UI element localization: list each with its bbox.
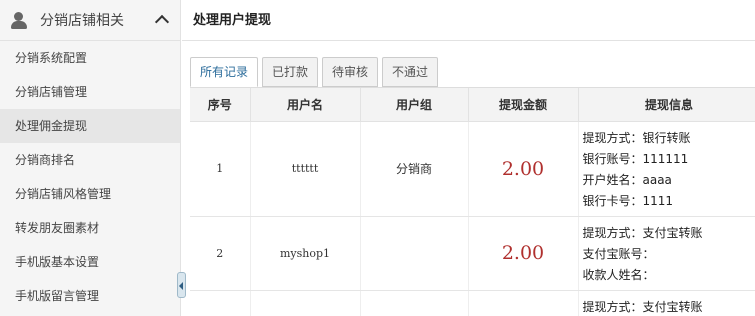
row-amount [468, 290, 579, 316]
sidebar-item-commission-withdrawal[interactable]: 处理佣金提现 [0, 109, 180, 143]
tab-pending[interactable]: 待审核 [322, 57, 379, 87]
table-row: 提现方式：支付宝转账 [190, 290, 755, 316]
info-line: 银行账号：111111 [582, 151, 689, 166]
row-group: 分销商 [360, 121, 469, 217]
column-header-info: 提现信息 [578, 88, 755, 122]
sidebar-item-moments-material[interactable]: 转发朋友圈素材 [0, 211, 180, 245]
tab-rejected[interactable]: 不通过 [382, 57, 439, 87]
sidebar-item-mobile-settings[interactable]: 手机版基本设置 [0, 245, 180, 279]
column-header-username: 用户名 [250, 88, 361, 122]
table-row: 2 myshop1 2.00 提现方式：支付宝转账 支付宝账号： 收款人姓名： [190, 216, 755, 291]
tab-paid[interactable]: 已打款 [262, 57, 319, 87]
sidebar-item-mobile-messages[interactable]: 手机版留言管理 [0, 279, 180, 313]
info-line: 提现方式：银行转账 [582, 130, 691, 145]
row-info: 提现方式：支付宝转账 [578, 290, 755, 316]
row-index: 2 [190, 216, 251, 291]
sidebar-item-distributor-ranking[interactable]: 分销商排名 [0, 143, 180, 177]
row-amount: 2.00 [468, 216, 579, 291]
row-username: tttttt [250, 121, 361, 217]
withdrawal-table: 序号 用户名 用户组 提现金额 提现信息 1 tttttt 分销商 2.00 提… [190, 87, 755, 316]
row-info: 提现方式：支付宝转账 支付宝账号： 收款人姓名： [578, 216, 755, 291]
table-row: 1 tttttt 分销商 2.00 提现方式：银行转账 银行账号：111111 … [190, 121, 755, 217]
info-line: 银行卡号：1111 [582, 193, 674, 208]
tab-bar: 所有记录 已打款 待审核 不通过 [190, 57, 442, 87]
info-line: 开户姓名：aaaa [582, 172, 672, 187]
sidebar-item-store-style[interactable]: 分销店铺风格管理 [0, 177, 180, 211]
chevron-up-icon[interactable] [154, 12, 170, 28]
column-header-amount: 提现金额 [468, 88, 579, 122]
row-index: 1 [190, 121, 251, 217]
tab-all-records[interactable]: 所有记录 [190, 57, 259, 87]
sidebar-header-title: 分销店铺相关 [40, 13, 124, 29]
row-info: 提现方式：银行转账 银行账号：111111 开户姓名：aaaa 银行卡号：111… [578, 121, 755, 217]
page-title: 处理用户提现 [182, 0, 755, 41]
info-line: 收款人姓名： [582, 267, 655, 282]
row-username [250, 290, 361, 316]
sidebar-item-distribution-config[interactable]: 分销系统配置 [0, 41, 180, 75]
user-icon [10, 11, 28, 29]
sidebar-header[interactable]: 分销店铺相关 [0, 0, 180, 41]
row-index [190, 290, 251, 316]
column-header-group: 用户组 [360, 88, 469, 122]
sidebar-item-store-management[interactable]: 分销店铺管理 [0, 75, 180, 109]
row-amount: 2.00 [468, 121, 579, 217]
row-username: myshop1 [250, 216, 361, 291]
info-line: 提现方式：支付宝转账 [582, 299, 703, 314]
main-content: 处理用户提现 所有记录 已打款 待审核 不通过 序号 用户名 用户组 提现金额 … [182, 0, 755, 316]
info-line: 支付宝账号： [582, 246, 655, 261]
sidebar-menu: 分销系统配置 分销店铺管理 处理佣金提现 分销商排名 分销店铺风格管理 转发朋友… [0, 41, 180, 313]
info-line: 提现方式：支付宝转账 [582, 225, 703, 240]
row-group [360, 290, 469, 316]
sidebar: 分销店铺相关 分销系统配置 分销店铺管理 处理佣金提现 分销商排名 分销店铺风格… [0, 0, 181, 316]
row-group [360, 216, 469, 291]
table-header-row: 序号 用户名 用户组 提现金额 提现信息 [190, 88, 755, 122]
column-header-index: 序号 [190, 88, 251, 122]
